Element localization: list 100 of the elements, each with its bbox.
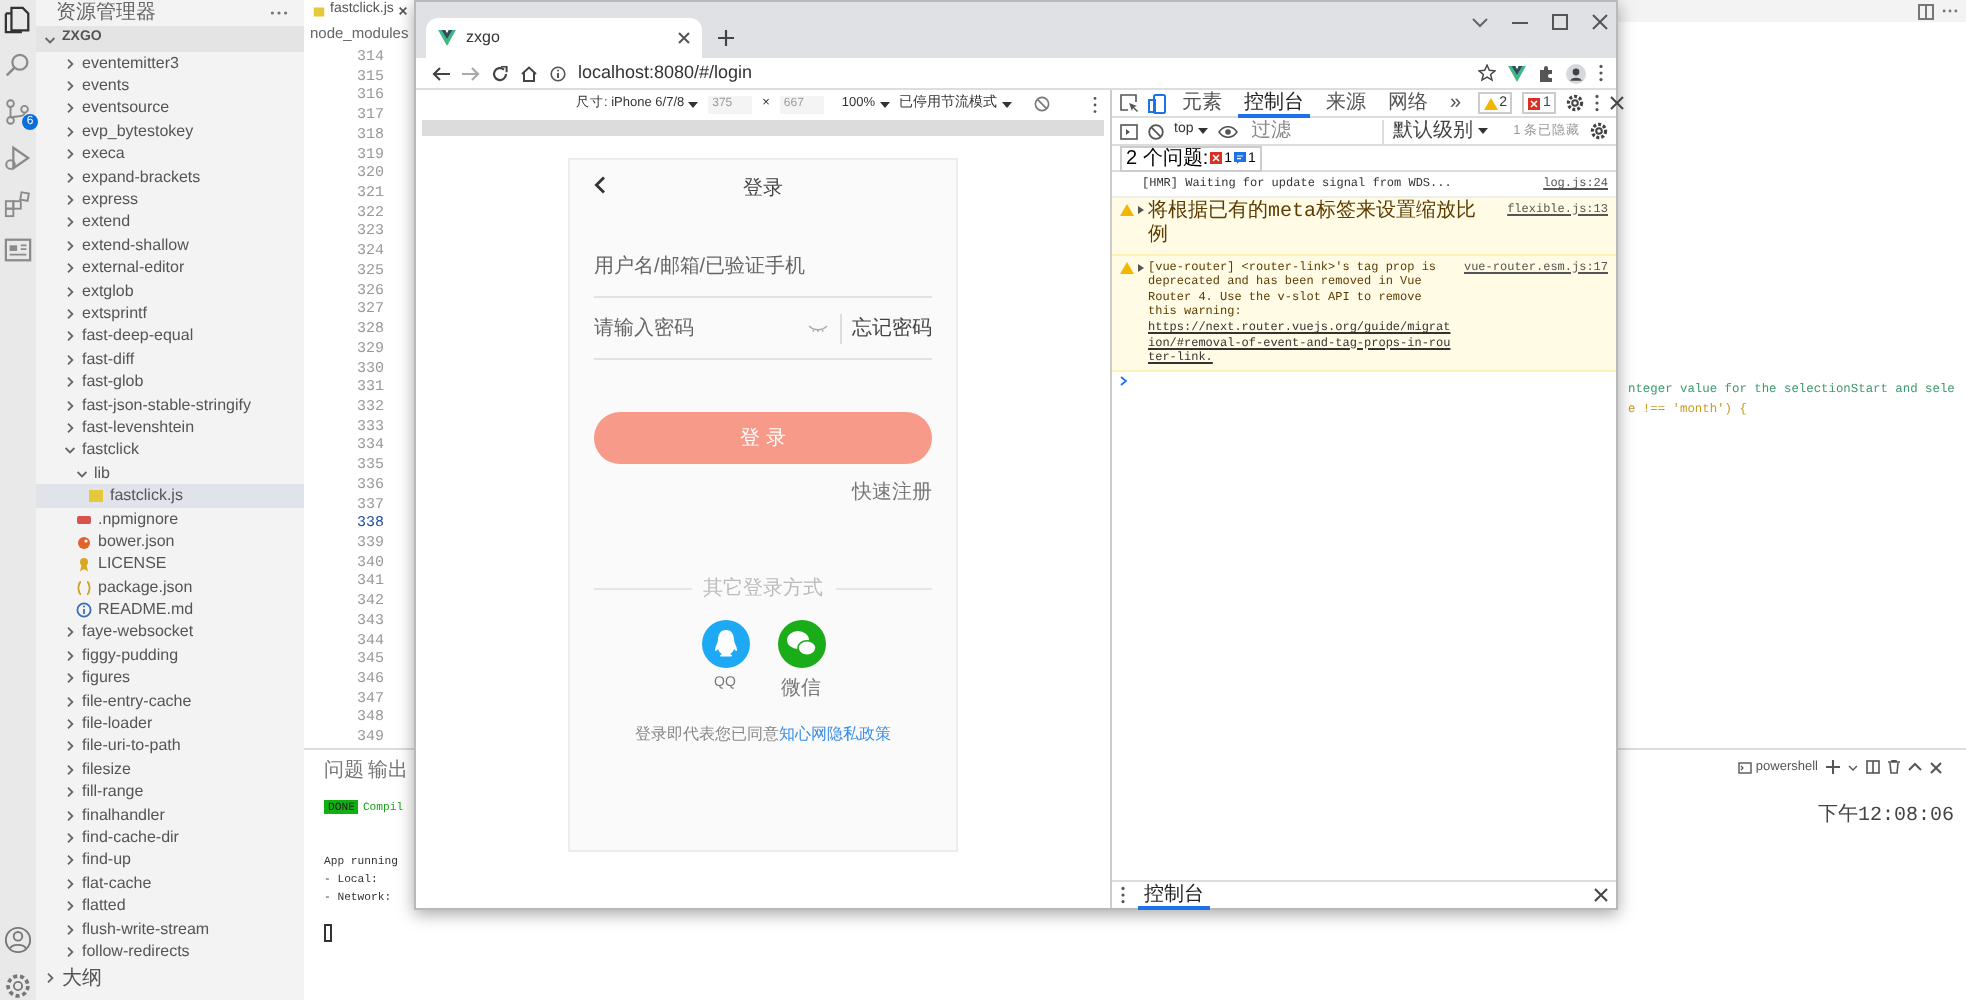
menu-icon[interactable]: [1092, 95, 1098, 113]
maximize-icon[interactable]: [1552, 14, 1568, 30]
minimize-icon[interactable]: [1512, 21, 1528, 23]
folder-item[interactable]: extglob: [36, 279, 304, 303]
folder-item[interactable]: figures: [36, 667, 304, 690]
folder-item[interactable]: flat-cache: [36, 872, 304, 895]
folder-item[interactable]: file-uri-to-path: [36, 735, 304, 759]
split-terminal-icon[interactable]: [1866, 760, 1880, 775]
folder-item[interactable]: fast-levenshtein: [36, 416, 304, 440]
folder-item[interactable]: file-entry-cache: [36, 689, 304, 713]
device-toggle-icon[interactable]: [1148, 93, 1166, 113]
inspect-icon[interactable]: [1120, 94, 1138, 112]
split-editor-icon[interactable]: [1918, 3, 1934, 19]
menu-icon[interactable]: [1598, 64, 1604, 82]
folder-item[interactable]: flatted: [36, 894, 304, 918]
folder-item[interactable]: fast-json-stable-stringify: [36, 393, 304, 417]
close-icon[interactable]: [678, 32, 690, 44]
wechat-login-button[interactable]: 微信: [777, 620, 825, 704]
chevron-up-icon[interactable]: [1908, 762, 1922, 773]
folder-item[interactable]: find-cache-dir: [36, 826, 304, 850]
folder-item[interactable]: express: [36, 188, 304, 212]
reload-icon[interactable]: [492, 65, 508, 81]
back-icon[interactable]: [594, 176, 606, 194]
puzzle-icon[interactable]: [1538, 65, 1554, 81]
folder-item[interactable]: lib: [36, 462, 304, 485]
folder-item[interactable]: fast-diff: [36, 348, 304, 371]
folder-item[interactable]: fill-range: [36, 781, 304, 804]
section-header[interactable]: 大纲: [36, 966, 304, 990]
file-item[interactable]: README.md: [36, 598, 304, 622]
folder-item[interactable]: figgy-pudding: [36, 644, 304, 668]
account-icon[interactable]: [4, 926, 32, 954]
folder-item[interactable]: fast-glob: [36, 370, 304, 394]
address-bar[interactable]: localhost:8080/#/login: [578, 59, 1466, 87]
source-control-icon[interactable]: [4, 98, 32, 126]
folder-item[interactable]: fastclick: [36, 439, 304, 463]
more-icon[interactable]: [1942, 8, 1958, 14]
clear-icon[interactable]: [1148, 123, 1164, 139]
file-item[interactable]: package.json: [36, 575, 304, 599]
log-level-dropdown[interactable]: 默认级别: [1393, 116, 1488, 146]
folder-item[interactable]: filesize: [36, 758, 304, 781]
folder-item[interactable]: follow-redirects: [36, 940, 304, 964]
folder-item[interactable]: expand-brackets: [36, 165, 304, 189]
drawer-tab[interactable]: 控制台: [1138, 881, 1210, 909]
filter-field[interactable]: 过滤: [1247, 119, 1384, 143]
folder-item[interactable]: finalhandler: [36, 803, 304, 827]
forgot-password-link[interactable]: 忘记密码: [840, 313, 932, 343]
chevron-down-icon[interactable]: [1472, 17, 1488, 27]
run-debug-icon[interactable]: [4, 144, 32, 172]
menu-icon[interactable]: [1594, 94, 1601, 112]
file-item[interactable]: bower.json: [36, 530, 304, 554]
register-link[interactable]: 快速注册: [852, 478, 932, 508]
devtools-tab[interactable]: 网络: [1382, 89, 1434, 117]
files-icon[interactable]: [4, 6, 32, 34]
password-field[interactable]: 请输入密码 忘记密码: [594, 298, 932, 360]
folder-item[interactable]: external-editor: [36, 257, 304, 280]
expand-icon[interactable]: [1138, 263, 1144, 272]
folder-item[interactable]: execa: [36, 143, 304, 166]
close-icon[interactable]: [1592, 14, 1608, 30]
avatar-icon[interactable]: [1566, 63, 1586, 83]
home-icon[interactable]: [520, 65, 538, 81]
folder-item[interactable]: extend: [36, 211, 304, 235]
close-icon[interactable]: [1594, 888, 1608, 902]
menu-icon[interactable]: [1120, 886, 1126, 904]
file-item[interactable]: fastclick.js: [36, 484, 304, 508]
panel-tab[interactable]: 问题: [324, 758, 364, 786]
sidebar-icon[interactable]: [1120, 123, 1138, 139]
folder-item[interactable]: extsprintf: [36, 302, 304, 326]
eye-icon[interactable]: [1217, 125, 1238, 137]
expand-icon[interactable]: [1138, 205, 1144, 214]
folder-item[interactable]: fast-deep-equal: [36, 325, 304, 349]
close-icon[interactable]: [397, 6, 408, 16]
folder-item[interactable]: extend-shallow: [36, 234, 304, 258]
caret-icon[interactable]: [1848, 763, 1858, 772]
close-icon[interactable]: [1610, 96, 1625, 110]
plus-icon[interactable]: [1826, 760, 1840, 775]
back-icon[interactable]: [432, 65, 450, 81]
folder-item[interactable]: flush-write-stream: [36, 917, 304, 941]
devtools-tab[interactable]: 元素: [1176, 89, 1228, 117]
folder-item[interactable]: events: [36, 74, 304, 98]
extensions-icon[interactable]: [4, 190, 32, 218]
preview-panel-icon[interactable]: [4, 236, 32, 264]
trash-icon[interactable]: [1888, 760, 1900, 775]
search-icon[interactable]: [4, 52, 32, 80]
new-tab-icon[interactable]: [718, 30, 734, 46]
more-tabs-button[interactable]: »: [1444, 89, 1468, 117]
folder-item[interactable]: faye-websocket: [36, 621, 304, 645]
username-field[interactable]: 用户名/邮箱/已验证手机: [594, 236, 932, 298]
folder-item[interactable]: eventsource: [36, 97, 304, 121]
folder-item[interactable]: find-up: [36, 849, 304, 873]
folder-item[interactable]: eventemitter3: [36, 52, 304, 75]
folder-item[interactable]: evp_bytestokey: [36, 120, 304, 144]
devtools-tab[interactable]: 来源: [1320, 89, 1372, 117]
folder-item[interactable]: file-loader: [36, 712, 304, 736]
file-item[interactable]: .npmignore: [36, 507, 304, 531]
panel-tab[interactable]: 输出: [368, 758, 408, 786]
close-icon[interactable]: [1930, 761, 1942, 774]
browser-tab[interactable]: zxgo: [426, 18, 702, 58]
more-icon[interactable]: [270, 10, 288, 16]
star-icon[interactable]: [1478, 64, 1496, 82]
file-item[interactable]: LICENSE: [36, 553, 304, 576]
